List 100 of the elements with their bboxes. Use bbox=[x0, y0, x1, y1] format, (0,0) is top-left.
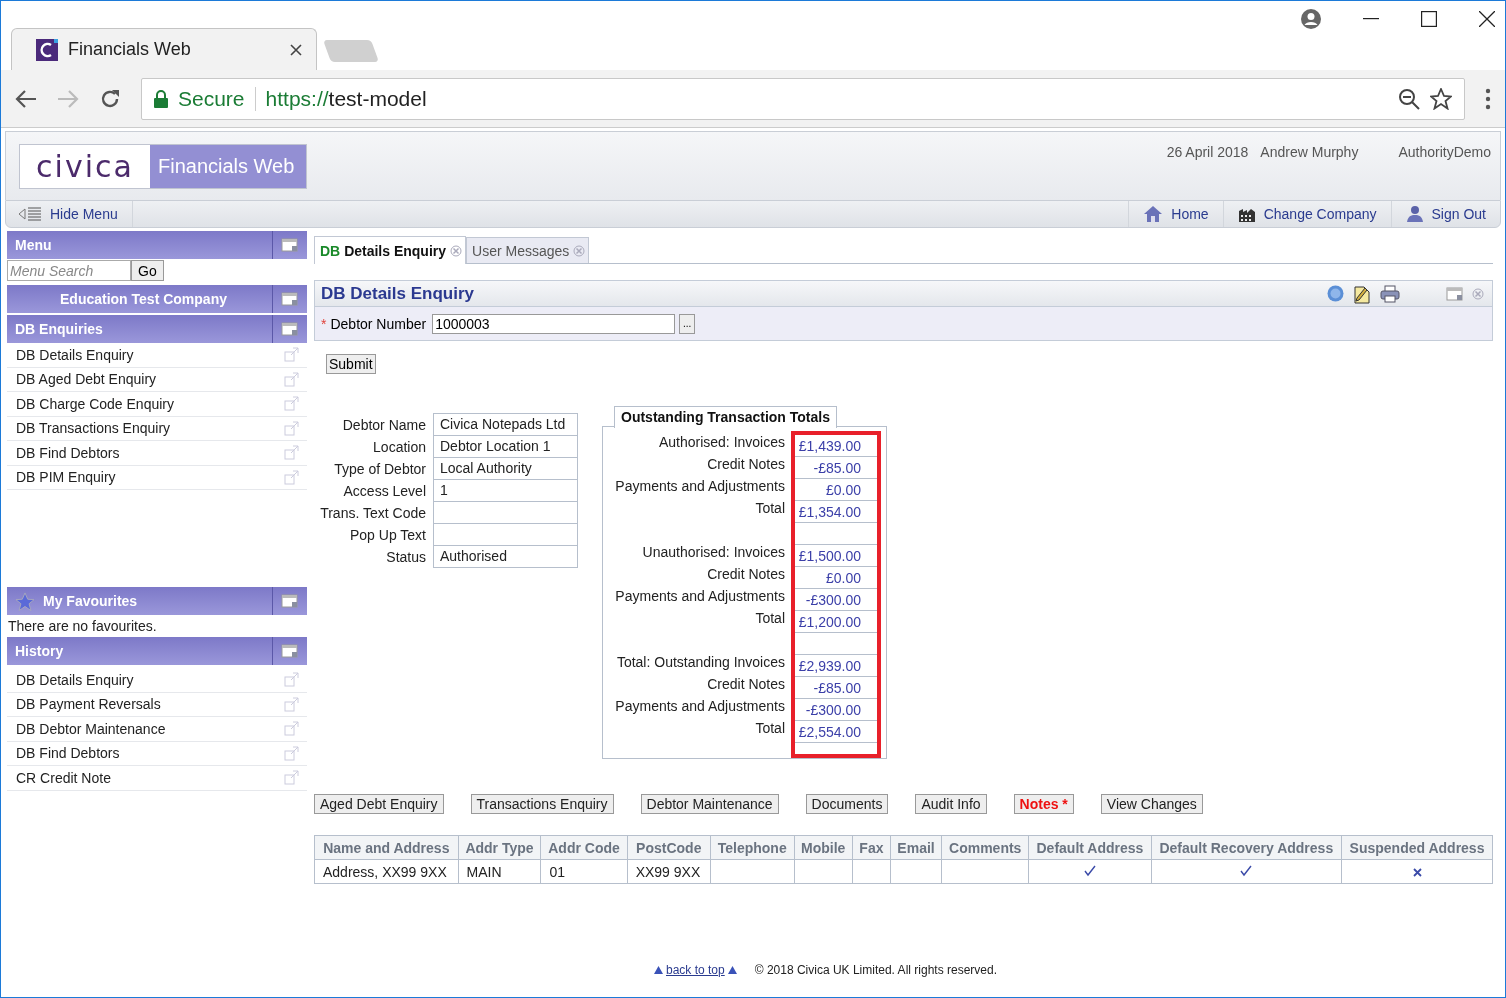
browse-button[interactable]: ... bbox=[679, 313, 696, 334]
action-button[interactable]: View Changes bbox=[1100, 794, 1203, 814]
action-button[interactable]: Notes * bbox=[1013, 794, 1074, 814]
menu-item[interactable]: DB Find Debtors bbox=[16, 444, 120, 461]
total-label: Payments and Adjustments bbox=[614, 587, 785, 606]
column-header: Default Address bbox=[1028, 835, 1152, 860]
history-item[interactable]: DB Details Enquiry bbox=[16, 671, 134, 688]
total-value: -£85.00 bbox=[795, 677, 877, 699]
history-item[interactable]: DB Payment Reversals bbox=[16, 696, 161, 713]
menu-item[interactable]: DB PIM Enquiry bbox=[16, 469, 116, 486]
field-label: Trans. Text Code bbox=[319, 505, 426, 521]
empty-message: There are no favourites. bbox=[8, 618, 158, 636]
menu-item[interactable]: DB Charge Code Enquiry bbox=[16, 395, 174, 412]
total-label: Total bbox=[754, 609, 785, 628]
window-icon[interactable] bbox=[281, 321, 299, 337]
go-button[interactable]: Go bbox=[131, 260, 164, 281]
history-item[interactable]: CR Credit Note bbox=[16, 769, 111, 786]
close-icon[interactable] bbox=[290, 43, 302, 56]
field-label: Access Level bbox=[342, 483, 426, 499]
back-arrow-icon[interactable] bbox=[15, 88, 37, 109]
column-header: Suspended Address bbox=[1341, 835, 1493, 860]
maximize-icon[interactable] bbox=[1421, 11, 1437, 27]
nav-link[interactable]: Sign Out bbox=[1390, 201, 1500, 227]
window-icon[interactable] bbox=[281, 291, 299, 307]
history-item[interactable]: DB Find Debtors bbox=[16, 745, 120, 762]
nav-link[interactable]: Home bbox=[1128, 201, 1223, 227]
column-header: PostCode bbox=[627, 835, 711, 860]
column-header: Addr Code bbox=[540, 835, 628, 860]
total-value: £0.00 bbox=[795, 479, 877, 501]
url-text: https://test-model bbox=[265, 86, 428, 111]
total-value: -£300.00 bbox=[795, 589, 877, 611]
action-button[interactable]: Aged Debt Enquiry bbox=[314, 794, 444, 814]
tab[interactable]: User Messages bbox=[466, 237, 590, 263]
window-icon[interactable] bbox=[281, 237, 299, 253]
total-label: Total bbox=[754, 499, 785, 518]
column-header: Name and Address bbox=[314, 835, 459, 860]
menu-item[interactable]: DB Transactions Enquiry bbox=[16, 420, 171, 437]
panel-title: DB Details Enquiry bbox=[321, 283, 475, 304]
menu-search-field[interactable]: Menu Search bbox=[7, 260, 131, 281]
logo: civica bbox=[20, 145, 150, 188]
zoom-out-icon[interactable] bbox=[1398, 87, 1420, 110]
window-icon[interactable] bbox=[281, 643, 299, 659]
submit-button[interactable]: Submit bbox=[326, 354, 376, 374]
menu-item[interactable]: DB Aged Debt Enquiry bbox=[16, 371, 157, 388]
column-header: Fax bbox=[852, 835, 891, 860]
total-value: £1,439.00 bbox=[795, 435, 877, 457]
field-value: 1 bbox=[433, 479, 578, 502]
hide-menu-button[interactable]: Hide Menu bbox=[6, 201, 133, 227]
column-header: Addr Type bbox=[458, 835, 541, 860]
debtor-number-field[interactable]: 1000003 bbox=[432, 313, 676, 334]
total-label: Credit Notes bbox=[706, 455, 785, 474]
reload-icon[interactable] bbox=[99, 87, 121, 110]
copyright-text: © 2018 Civica UK Limited. All rights reserved. bbox=[754, 963, 997, 977]
window-icon[interactable] bbox=[1446, 285, 1464, 302]
back-to-top-link[interactable]: back to top bbox=[654, 963, 737, 977]
action-button[interactable]: Documents bbox=[805, 794, 889, 814]
company-name: Education Test Company bbox=[59, 290, 228, 309]
history-item[interactable]: DB Debtor Maintenance bbox=[16, 720, 166, 737]
field-label: Status bbox=[385, 549, 426, 565]
section-title: DB Enquiries bbox=[14, 320, 104, 339]
table-cell: XX99 9XX bbox=[627, 859, 711, 884]
field-label: Location bbox=[372, 439, 426, 455]
action-button[interactable]: Debtor Maintenance bbox=[640, 794, 779, 814]
star-icon[interactable] bbox=[1430, 87, 1452, 110]
total-label: Credit Notes bbox=[706, 565, 785, 584]
total-value: -£300.00 bbox=[795, 699, 877, 721]
action-button[interactable]: Transactions Enquiry bbox=[470, 794, 614, 814]
total-value: £0.00 bbox=[795, 567, 877, 589]
collapse-menu-icon bbox=[18, 207, 42, 221]
sidebar-title: Menu bbox=[14, 236, 53, 255]
tab[interactable]: DB Details Enquiry bbox=[314, 236, 467, 264]
table-cell bbox=[794, 859, 853, 884]
account-icon[interactable] bbox=[1301, 9, 1321, 29]
column-header: Comments bbox=[941, 835, 1029, 860]
menu-item[interactable]: DB Details Enquiry bbox=[16, 346, 134, 363]
menu-icon[interactable] bbox=[1485, 87, 1491, 110]
up-triangle-icon bbox=[654, 966, 663, 974]
print-icon[interactable] bbox=[1380, 284, 1400, 303]
total-label: Unauthorised: Invoices bbox=[641, 543, 785, 562]
minimize-icon[interactable] bbox=[1363, 18, 1379, 20]
forward-arrow-icon[interactable] bbox=[57, 88, 79, 109]
close-icon[interactable] bbox=[1479, 11, 1495, 27]
logo-icon bbox=[36, 38, 58, 61]
field-value: Authorised bbox=[433, 545, 578, 568]
table-cell bbox=[852, 859, 891, 884]
field-value: Civica Notepads Ltd bbox=[433, 413, 578, 436]
total-value: -£85.00 bbox=[795, 457, 877, 479]
total-label: Authorised: Invoices bbox=[657, 433, 785, 452]
edit-document-icon[interactable] bbox=[1352, 283, 1372, 304]
total-value: £2,939.00 bbox=[795, 655, 877, 677]
address-bar[interactable]: Secure https://test-model bbox=[141, 77, 1465, 120]
column-header: Default Recovery Address bbox=[1151, 835, 1342, 860]
star-icon bbox=[15, 591, 35, 611]
nav-link[interactable]: Change Company bbox=[1222, 201, 1391, 227]
total-value: £1,200.00 bbox=[795, 611, 877, 633]
user-name: Andrew Murphy bbox=[1260, 144, 1359, 160]
window-icon[interactable] bbox=[281, 593, 299, 609]
house-icon bbox=[1143, 205, 1164, 223]
browser-tab[interactable]: Financials Web bbox=[11, 28, 317, 70]
action-button[interactable]: Audit Info bbox=[915, 794, 987, 814]
